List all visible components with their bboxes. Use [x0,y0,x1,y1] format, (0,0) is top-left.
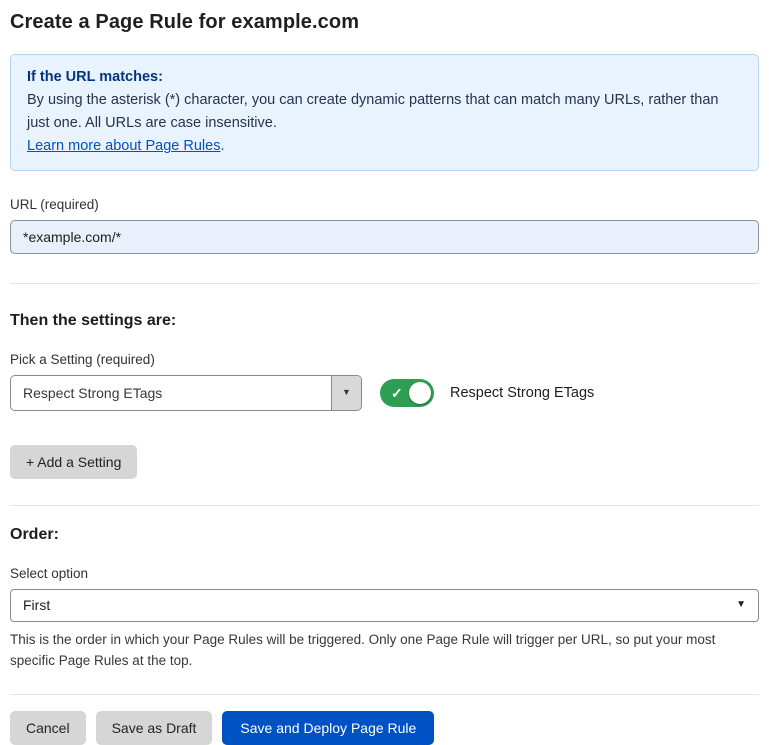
order-select-value: First [23,597,50,613]
add-setting-row: + Add a Setting [10,445,759,479]
page-title: Create a Page Rule for example.com [10,11,759,34]
setting-row: Respect Strong ETags ▼ ✓ Respect Strong … [10,375,759,411]
add-setting-button[interactable]: + Add a Setting [10,445,137,479]
toggle-label: Respect Strong ETags [450,385,594,401]
order-select[interactable]: First ▼ [10,589,759,622]
save-deploy-button[interactable]: Save and Deploy Page Rule [222,711,434,745]
learn-more-link[interactable]: Learn more about Page Rules [27,138,220,154]
cancel-button[interactable]: Cancel [10,711,86,745]
divider [10,694,759,695]
setting-picker-label: Pick a Setting (required) [10,352,759,367]
setting-select[interactable]: Respect Strong ETags ▼ [10,375,362,411]
settings-heading: Then the settings are: [10,312,759,330]
url-input[interactable] [10,220,759,254]
setting-select-caret-button[interactable]: ▼ [331,376,361,410]
save-draft-button[interactable]: Save as Draft [96,711,213,745]
url-label: URL (required) [10,197,759,212]
chevron-down-icon: ▼ [342,388,351,397]
info-box-link-line: Learn more about Page Rules. [27,135,742,157]
order-label: Select option [10,566,759,581]
order-help-text: This is the order in which your Page Rul… [10,630,755,672]
divider [10,505,759,506]
check-icon: ✓ [391,386,403,400]
setting-select-value: Respect Strong ETags [11,376,331,410]
url-match-info-box: If the URL matches: By using the asteris… [10,54,759,171]
info-box-heading: If the URL matches: [27,66,742,88]
order-heading: Order: [10,526,759,544]
etags-toggle[interactable]: ✓ [380,379,434,407]
info-box-body: By using the asterisk (*) character, you… [27,89,742,134]
chevron-down-icon: ▼ [736,600,746,610]
divider [10,283,759,284]
footer-actions: Cancel Save as Draft Save and Deploy Pag… [10,711,759,745]
toggle-knob [409,382,431,404]
link-period: . [220,138,224,154]
